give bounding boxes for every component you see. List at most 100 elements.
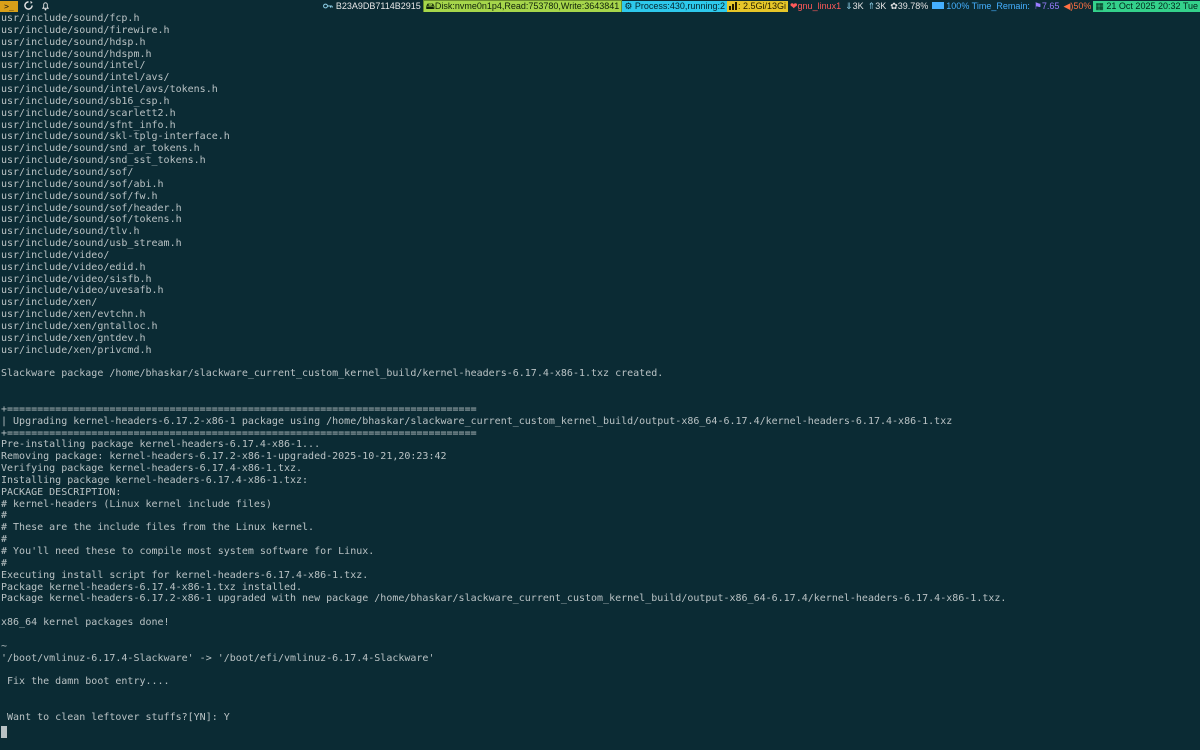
battery-text: 100% Time_Remain: <box>946 0 1030 11</box>
terminal-line: usr/include/sound/hdspm.h <box>1 48 152 60</box>
terminal-line: ~ <box>1 640 8 652</box>
terminal-line: Package kernel-headers-6.17.4-x86-1.txz … <box>1 581 303 593</box>
process-segment: ⚙ Process:430,running:2 <box>622 0 727 12</box>
terminal-line: | Upgrading kernel-headers-6.17.2-x86-1 … <box>1 415 953 427</box>
calendar-icon: ▦ <box>1095 0 1104 11</box>
terminal-line: usr/include/sound/firewire.h <box>1 24 170 36</box>
datetime-text: 21 Oct 2025 20:32 Tue <box>1106 0 1198 11</box>
load-value: 7.65 <box>1041 0 1060 11</box>
status-bar-left: >_ <box>0 0 52 12</box>
terminal-line: usr/include/xen/evtchn.h <box>1 309 146 321</box>
load-segment: ⚑7.65 <box>1032 1 1062 12</box>
terminal-line: usr/include/sound/fcp.h <box>1 13 140 24</box>
process-icon: ⚙ <box>624 0 633 11</box>
volume-value: 50% <box>1073 0 1092 11</box>
terminal-line: usr/include/sound/sof/tokens.h <box>1 214 182 226</box>
battery-icon <box>932 1 945 9</box>
upload-rate: 3K <box>875 0 887 11</box>
datetime-segment[interactable]: ▦ 21 Oct 2025 20:32 Tue <box>1093 0 1200 12</box>
cpu-icon: ✿ <box>890 0 898 11</box>
bell-icon[interactable] <box>38 1 52 12</box>
arrow-down-icon: ⇓ <box>845 0 853 11</box>
host-segment: B23A9DB7114B2915 <box>321 1 422 12</box>
download-segment: ⇓3K <box>843 1 866 12</box>
terminal-line: # kernel-headers (Linux kernel include f… <box>1 498 272 510</box>
terminal-line: Verifying package kernel-headers-6.17.4-… <box>1 463 303 475</box>
terminal-line: usr/include/sound/sof/fw.h <box>1 190 158 202</box>
refresh-icon[interactable] <box>21 0 35 12</box>
terminal-line: # <box>1 557 8 569</box>
terminal-launcher-button[interactable]: >_ <box>0 0 18 12</box>
terminal-line: usr/include/sound/usb_stream.h <box>1 238 182 250</box>
terminal-line: # <box>1 510 8 522</box>
terminal-line: usr/include/sound/scarlett2.h <box>1 107 176 119</box>
terminal-line: usr/include/video/sisfb.h <box>1 273 152 285</box>
terminal-line: usr/include/video/uvesafb.h <box>1 285 164 297</box>
terminal-line: usr/include/sound/tlv.h <box>1 226 140 238</box>
terminal-line: usr/include/video/edid.h <box>1 261 146 273</box>
terminal-line: Fix the damn boot entry.... <box>1 676 170 688</box>
terminal-line: Slackware package /home/bhaskar/slackwar… <box>1 368 664 380</box>
load-icon: ⚑ <box>1033 0 1042 11</box>
terminal-line: usr/include/sound/snd_sst_tokens.h <box>1 155 206 167</box>
terminal-line: Removing package: kernel-headers-6.17.2-… <box>1 451 447 463</box>
terminal-line: usr/include/sound/snd_ar_tokens.h <box>1 143 200 155</box>
heart-icon: ❤ <box>790 0 798 11</box>
terminal-line: usr/include/xen/ <box>1 297 98 309</box>
terminal-line: Package kernel-headers-6.17.2-x86-1 upgr… <box>1 593 1007 605</box>
network-segment: ❤gnu_linux1 <box>788 1 843 12</box>
terminal-output[interactable]: usr/include/sound/fcp.h usr/include/sound… <box>1 13 1199 738</box>
speaker-icon: ◀) <box>1063 0 1074 11</box>
status-bar-right: B23A9DB7114B2915 🖴Disk:nvme0n1p4,Read:75… <box>321 0 1200 12</box>
terminal-line: # These are the include files from the L… <box>1 522 315 534</box>
disk-segment: 🖴Disk:nvme0n1p4,Read:753780,Write:364384… <box>422 0 623 12</box>
status-bar: >_ B23A9DB7114B2915 🖴Disk:nvme0n1p4,Read… <box>0 0 1200 12</box>
terminal-line: usr/include/sound/sof/abi.h <box>1 178 164 190</box>
network-label: gnu_linux1 <box>797 0 842 11</box>
terminal-line: usr/include/sound/hdsp.h <box>1 36 146 48</box>
terminal-line: Installing package kernel-headers-6.17.4… <box>1 474 309 486</box>
terminal-line: usr/include/sound/sof/ <box>1 166 134 178</box>
terminal-line: usr/include/sound/sfnt_info.h <box>1 119 176 131</box>
battery-segment: 100% Time_Remain: <box>930 1 1032 12</box>
terminal-line: +=======================================… <box>1 403 477 415</box>
terminal-line: # <box>1 534 8 546</box>
terminal-line: x86_64 kernel packages done! <box>1 617 170 629</box>
terminal-line: usr/include/xen/privcmd.h <box>1 344 152 356</box>
terminal-line: usr/include/video/ <box>1 249 110 261</box>
volume-segment[interactable]: ◀)50% <box>1061 1 1093 12</box>
terminal-cursor <box>1 726 7 738</box>
bar-chart-icon <box>728 1 737 10</box>
download-rate: 3K <box>852 0 864 11</box>
terminal-line: Executing install script for kernel-head… <box>1 569 369 581</box>
terminal-line: Pre-installing package kernel-headers-6.… <box>1 439 321 451</box>
terminal-line: usr/include/sound/sof/header.h <box>1 202 182 214</box>
cpu-segment: ✿39.78% <box>888 1 930 12</box>
memory-text: : 2.5Gi/13Gi <box>737 0 786 11</box>
disk-text: Disk:nvme0n1p4,Read:753780,Write:3643841 <box>434 0 620 11</box>
memory-segment: : 2.5Gi/13Gi <box>726 0 788 12</box>
terminal-line: PACKAGE DESCRIPTION: <box>1 486 122 498</box>
terminal-line: usr/include/xen/gntalloc.h <box>1 320 158 332</box>
terminal-line: usr/include/sound/skl-tplg-interface.h <box>1 131 230 143</box>
terminal-line: '/boot/vmlinuz-6.17.4-Slackware' -> '/bo… <box>1 652 435 664</box>
terminal-line: Want to clean leftover stuffs?[YN]: Y <box>1 711 230 723</box>
key-icon <box>323 3 333 8</box>
terminal-line: usr/include/sound/intel/avs/tokens.h <box>1 84 218 96</box>
terminal-line: usr/include/xen/gntdev.h <box>1 332 146 344</box>
upload-segment: ⇑3K <box>866 1 889 12</box>
terminal-line: usr/include/sound/sb16_csp.h <box>1 95 170 107</box>
host-id: B23A9DB7114B2915 <box>335 0 421 11</box>
cpu-usage: 39.78% <box>897 0 929 11</box>
process-text: Process:430,running:2 <box>634 0 725 11</box>
terminal-line: usr/include/sound/intel/ <box>1 60 146 72</box>
terminal-line: +=======================================… <box>1 427 477 439</box>
terminal-line: # You'll need these to compile most syst… <box>1 545 375 557</box>
terminal-line: usr/include/sound/intel/avs/ <box>1 72 170 84</box>
